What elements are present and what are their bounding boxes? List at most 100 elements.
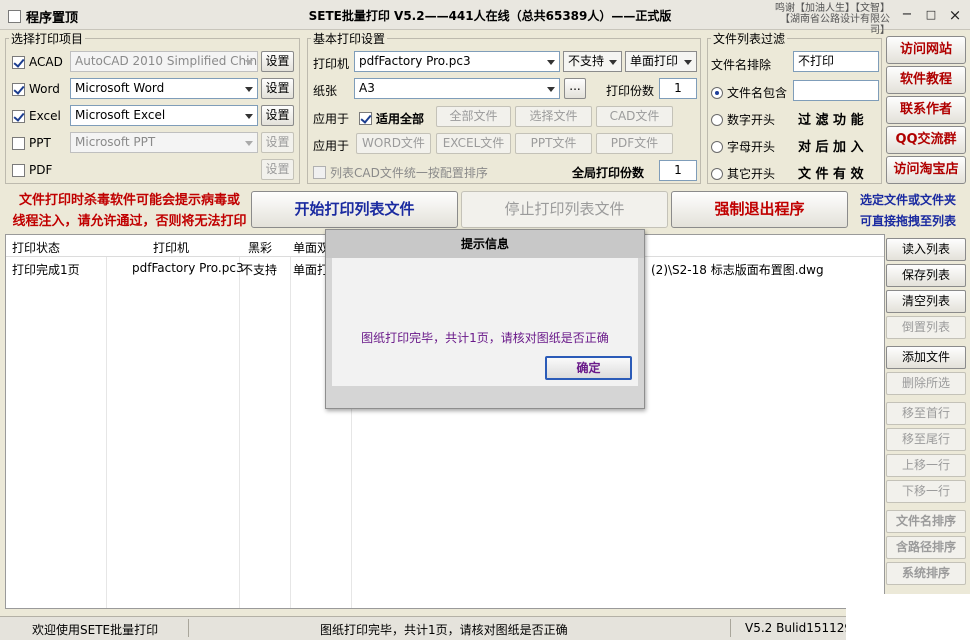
col-header-status[interactable]: 打印状态 — [12, 239, 60, 256]
radio-icon[interactable] — [711, 140, 723, 153]
apply-label: 应用于 — [313, 112, 350, 126]
corner-blank — [846, 594, 970, 640]
pdf-label: PDF — [29, 163, 53, 177]
contact-author-button[interactable]: 联系作者 — [886, 96, 966, 124]
exclude-input[interactable]: 不打印 — [793, 51, 879, 72]
minimize-button[interactable]: − — [896, 6, 918, 24]
system-sort-button[interactable]: 系统排序 — [886, 562, 966, 585]
close-button[interactable]: × — [944, 6, 966, 24]
filter-option-digit[interactable]: 数字开头 — [711, 111, 775, 128]
save-list-button[interactable]: 保存列表 — [886, 264, 966, 287]
word-files-button[interactable]: WORD文件 — [356, 133, 431, 154]
reverse-list-button[interactable]: 倒置列表 — [886, 316, 966, 339]
add-file-button[interactable]: 添加文件 — [886, 346, 966, 369]
sort-by-path-button[interactable]: 含路径排序 — [886, 536, 966, 559]
chevron-down-icon — [684, 60, 692, 65]
ppt-checkbox-box[interactable] — [12, 136, 25, 150]
col-header-printer[interactable]: 打印机 — [153, 239, 189, 256]
filter-option-contains[interactable]: 文件名包含 — [711, 84, 787, 101]
col-header-side[interactable]: 单面双 — [293, 239, 329, 256]
paper-more-button[interactable]: ... — [564, 78, 586, 99]
apply-label-2: 应用于 — [313, 139, 350, 153]
basic-settings-title: 基本打印设置 — [311, 30, 388, 47]
color-value: 不支持 — [568, 54, 605, 68]
pdf-checkbox[interactable]: PDF — [12, 163, 52, 177]
col-header-color[interactable]: 黑彩 — [248, 239, 272, 256]
filter-hint-3: 文 件 有 效 — [798, 167, 864, 182]
excel-checkbox-box[interactable] — [12, 109, 25, 123]
acad-checkbox-box[interactable] — [12, 55, 25, 69]
move-down-button[interactable]: 下移一行 — [886, 480, 966, 503]
acad-settings-button[interactable]: 设置 — [261, 51, 294, 72]
global-copies-input[interactable]: 1 — [659, 160, 697, 181]
filter-option-letter[interactable]: 字母开头 — [711, 138, 775, 155]
acad-version-select[interactable]: AutoCAD 2010 Simplified Chin — [70, 51, 258, 72]
qq-group-button[interactable]: QQ交流群 — [886, 126, 966, 154]
ppt-version-select[interactable]: Microsoft PPT — [70, 132, 258, 153]
pdf-files-button[interactable]: PDF文件 — [596, 133, 673, 154]
acad-checkbox[interactable]: ACAD — [12, 55, 63, 69]
cad-files-button[interactable]: CAD文件 — [596, 106, 673, 127]
ppt-checkbox[interactable]: PPT — [12, 136, 51, 150]
row-color: 不支持 — [241, 263, 278, 277]
radio-icon[interactable] — [711, 113, 723, 126]
stop-print-button[interactable]: 停止打印列表文件 — [461, 191, 668, 228]
exclude-label: 文件名排除 — [711, 58, 772, 72]
filter-option-digit-label: 数字开头 — [727, 113, 776, 127]
cad-sort-checkbox[interactable]: 列表CAD文件统一按配置排序 — [313, 164, 488, 181]
ppt-settings-button[interactable]: 设置 — [261, 132, 294, 153]
delete-selected-button[interactable]: 删除所选 — [886, 372, 966, 395]
row-side: 单面打 — [293, 263, 330, 277]
start-print-button[interactable]: 开始打印列表文件 — [251, 191, 458, 228]
force-exit-button[interactable]: 强制退出程序 — [671, 191, 848, 228]
radio-checked-icon[interactable] — [711, 86, 723, 99]
taobao-store-button[interactable]: 访问淘宝店 — [886, 156, 966, 184]
excel-files-button[interactable]: EXCEL文件 — [436, 133, 511, 154]
warning-line-2: 线程注入，请允许通过，否则将无法打印 — [12, 214, 247, 229]
info-dialog: 提示信息 图纸打印完毕，共计1页，请核对图纸是否正确 确定 — [325, 229, 645, 409]
side-select[interactable]: 单面打印 — [625, 51, 697, 72]
chevron-down-icon — [547, 60, 555, 65]
pin-label: 程序置顶 — [26, 11, 79, 26]
all-files-button[interactable]: 全部文件 — [436, 106, 511, 127]
row-status: 打印完成1页 — [12, 263, 80, 277]
color-select[interactable]: 不支持 — [563, 51, 622, 72]
pin-checkbox[interactable]: 程序置顶 — [8, 7, 78, 26]
filter-option-other[interactable]: 其它开头 — [711, 165, 775, 182]
move-up-button[interactable]: 上移一行 — [886, 454, 966, 477]
chevron-down-icon — [609, 60, 617, 65]
title-bar: 程序置顶 SETE批量打印 V5.2——441人在线（总共65389人）——正式… — [0, 0, 970, 36]
apply-all-checkbox[interactable]: 适用全部 — [359, 110, 424, 127]
move-first-button[interactable]: 移至首行 — [886, 402, 966, 425]
excel-checkbox[interactable]: Excel — [12, 109, 61, 123]
cad-sort-checkbox-box[interactable] — [313, 166, 326, 179]
ppt-files-button[interactable]: PPT文件 — [515, 133, 592, 154]
excel-settings-button[interactable]: 设置 — [261, 105, 294, 126]
contains-input[interactable] — [793, 80, 879, 101]
move-last-button[interactable]: 移至尾行 — [886, 428, 966, 451]
word-version-select[interactable]: Microsoft Word — [70, 78, 258, 99]
word-checkbox[interactable]: Word — [12, 82, 60, 96]
copies-input[interactable]: 1 — [659, 78, 697, 99]
dialog-ok-button[interactable]: 确定 — [545, 356, 632, 380]
printer-label: 打印机 — [313, 57, 350, 71]
pdf-settings-button[interactable]: 设置 — [261, 159, 294, 180]
select-files-button[interactable]: 选择文件 — [515, 106, 592, 127]
clear-list-button[interactable]: 清空列表 — [886, 290, 966, 313]
filter-option-contains-label: 文件名包含 — [727, 86, 788, 100]
pin-checkbox-box[interactable] — [8, 10, 21, 23]
apply-all-checkbox-box[interactable] — [359, 112, 372, 125]
acad-version-value: AutoCAD 2010 Simplified Chin — [75, 54, 258, 68]
visit-website-button[interactable]: 访问网站 — [886, 36, 966, 64]
excel-version-select[interactable]: Microsoft Excel — [70, 105, 258, 126]
load-list-button[interactable]: 读入列表 — [886, 238, 966, 261]
word-checkbox-box[interactable] — [12, 82, 25, 96]
restore-button[interactable]: □ — [920, 6, 942, 24]
tutorial-button[interactable]: 软件教程 — [886, 66, 966, 94]
printer-select[interactable]: pdfFactory Pro.pc3 — [354, 51, 560, 72]
word-settings-button[interactable]: 设置 — [261, 78, 294, 99]
sort-by-name-button[interactable]: 文件名排序 — [886, 510, 966, 533]
pdf-checkbox-box[interactable] — [12, 163, 25, 177]
radio-icon[interactable] — [711, 167, 723, 180]
paper-select[interactable]: A3 — [354, 78, 560, 99]
